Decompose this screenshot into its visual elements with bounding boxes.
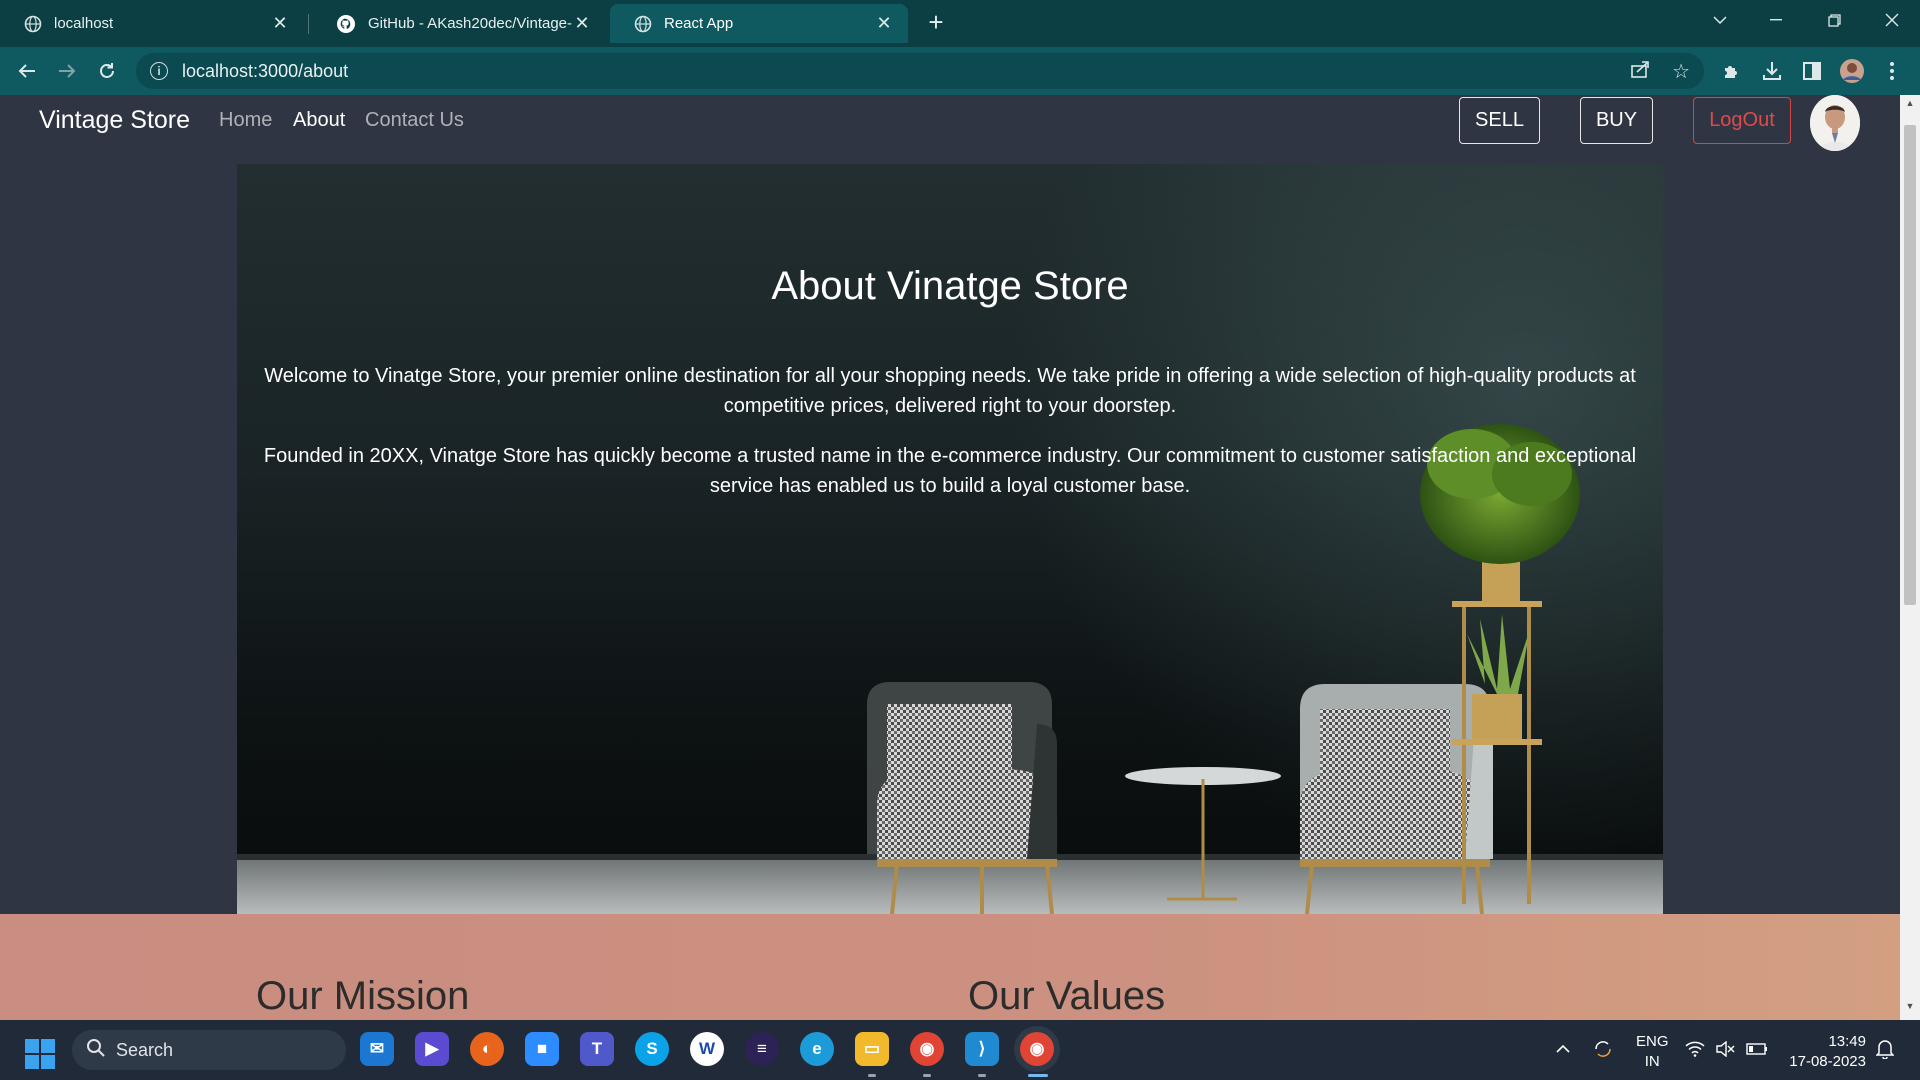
zoom-app-icon[interactable]: ■	[525, 1032, 559, 1066]
restore-icon[interactable]	[1806, 0, 1862, 40]
buy-button[interactable]: BUY	[1580, 97, 1653, 144]
scroll-down-arrow-icon[interactable]: ▼	[1900, 1001, 1920, 1017]
edge-app-icon[interactable]: e	[800, 1032, 834, 1066]
browser-tab-bar: localhost ✕ GitHub - AKash20dec/Vintage-…	[0, 0, 1920, 47]
new-tab-icon[interactable]: +	[922, 8, 950, 36]
scrollbar-thumb[interactable]	[1904, 125, 1916, 605]
language-indicator[interactable]: ENG IN	[1636, 1032, 1669, 1072]
about-paragraph-1: Welcome to Vinatge Store, your premier o…	[264, 365, 1636, 417]
brand-logo-text[interactable]: Vintage Store	[39, 106, 190, 135]
speaker-muted-icon[interactable]	[1708, 1032, 1742, 1066]
browser-menu-icon[interactable]	[1876, 55, 1908, 87]
globe-icon	[24, 15, 42, 33]
tab-localhost[interactable]: localhost ✕	[0, 4, 304, 43]
mail-app-icon[interactable]: ✉	[360, 1032, 394, 1066]
windows-taskbar: Search ✉ ▶ ◐ ■ T S W ≡ e ▭ ◉ ⟩ ◉ ENG IN …	[0, 1020, 1920, 1080]
copilot-app-icon[interactable]: ▶	[415, 1032, 449, 1066]
clock-date: 17-08-2023	[1789, 1053, 1866, 1070]
tab-title: React App	[664, 15, 734, 32]
nav-link-home[interactable]: Home	[219, 109, 272, 132]
logout-button[interactable]: LogOut	[1693, 97, 1791, 144]
teams-app-icon[interactable]: T	[580, 1032, 614, 1066]
profile-avatar-icon[interactable]	[1836, 55, 1868, 87]
nav-link-contact[interactable]: Contact Us	[365, 109, 464, 132]
clock-time: 13:49	[1828, 1033, 1866, 1050]
windows-start-icon[interactable]	[24, 1038, 56, 1070]
about-paragraph-2: Founded in 20XX, Vinatge Store has quick…	[263, 445, 1637, 497]
url-text: localhost:3000/about	[182, 60, 349, 81]
tab-react-app[interactable]: React App ✕	[610, 4, 908, 43]
region-code: IN	[1644, 1053, 1660, 1070]
site-navbar: Vintage Store Home About Contact Us SELL…	[0, 95, 1900, 164]
firefox-app-icon[interactable]: ◐	[470, 1032, 504, 1066]
active-indicator	[1028, 1074, 1048, 1077]
scroll-up-arrow-icon[interactable]: ▲	[1900, 98, 1920, 114]
about-hero: About Vinatge Store Welcome to Vinatge S…	[237, 164, 1663, 914]
user-avatar[interactable]	[1810, 95, 1860, 151]
browser-toolbar: i localhost:3000/about ☆	[0, 47, 1920, 95]
share-icon[interactable]	[1630, 60, 1650, 83]
system-clock[interactable]: 13:49 17-08-2023	[1786, 1032, 1866, 1072]
our-mission-heading: Our Mission	[256, 974, 470, 1018]
word-app-icon[interactable]: W	[690, 1032, 724, 1066]
running-indicator	[868, 1074, 876, 1077]
close-tab-icon[interactable]: ✕	[874, 13, 894, 34]
our-values-heading: Our Values	[968, 974, 1166, 1018]
tab-divider	[308, 14, 309, 34]
sync-icon[interactable]	[1586, 1032, 1620, 1066]
battery-icon[interactable]	[1740, 1032, 1774, 1066]
wifi-icon[interactable]	[1678, 1032, 1712, 1066]
about-title: About Vinatge Store	[771, 264, 1129, 308]
page-viewport: Vintage Store Home About Contact Us SELL…	[0, 95, 1900, 1020]
running-indicator	[923, 1074, 931, 1077]
minimize-icon[interactable]	[1748, 0, 1804, 40]
running-indicator	[978, 1074, 986, 1077]
tab-search-chevron-icon[interactable]	[1692, 0, 1748, 40]
taskbar-search[interactable]: Search	[72, 1030, 346, 1070]
back-arrow-icon[interactable]	[11, 55, 43, 87]
download-icon[interactable]	[1756, 55, 1788, 87]
forward-arrow-icon[interactable]	[51, 55, 83, 87]
mission-values-section: Our Mission Our Values	[0, 914, 1900, 1020]
reload-icon[interactable]	[91, 55, 123, 87]
side-panel-icon[interactable]	[1796, 55, 1828, 87]
chrome-profile-app-icon[interactable]: ◉	[1020, 1032, 1054, 1066]
site-info-icon[interactable]: i	[150, 62, 168, 80]
sell-button[interactable]: SELL	[1459, 97, 1540, 144]
github-icon	[336, 14, 356, 34]
vscode-app-icon[interactable]: ⟩	[965, 1032, 999, 1066]
notification-bell-icon[interactable]	[1868, 1032, 1902, 1066]
close-tab-icon[interactable]: ✕	[270, 13, 290, 34]
globe-icon	[634, 15, 652, 33]
search-placeholder: Search	[116, 1039, 174, 1060]
tab-github[interactable]: GitHub - AKash20dec/Vintage-St ✕	[312, 4, 606, 43]
tab-title: GitHub - AKash20dec/Vintage-St	[368, 15, 572, 32]
address-bar[interactable]: i localhost:3000/about ☆	[136, 53, 1704, 89]
language-code: ENG	[1636, 1033, 1669, 1050]
page-scrollbar[interactable]: ▲ ▼	[1900, 95, 1920, 1020]
skype-app-icon[interactable]: S	[635, 1032, 669, 1066]
tab-title: localhost	[54, 15, 114, 32]
extensions-puzzle-icon[interactable]	[1716, 55, 1748, 87]
chrome-app-icon[interactable]: ◉	[910, 1032, 944, 1066]
close-window-icon[interactable]	[1864, 0, 1920, 40]
bookmark-star-icon[interactable]: ☆	[1672, 59, 1690, 84]
close-tab-icon[interactable]: ✕	[572, 13, 592, 34]
nav-link-about[interactable]: About	[293, 109, 345, 132]
search-icon	[86, 1038, 106, 1063]
file-explorer-icon[interactable]: ▭	[855, 1032, 889, 1066]
show-hidden-icons-chevron-icon[interactable]	[1546, 1032, 1580, 1066]
eclipse-app-icon[interactable]: ≡	[745, 1032, 779, 1066]
